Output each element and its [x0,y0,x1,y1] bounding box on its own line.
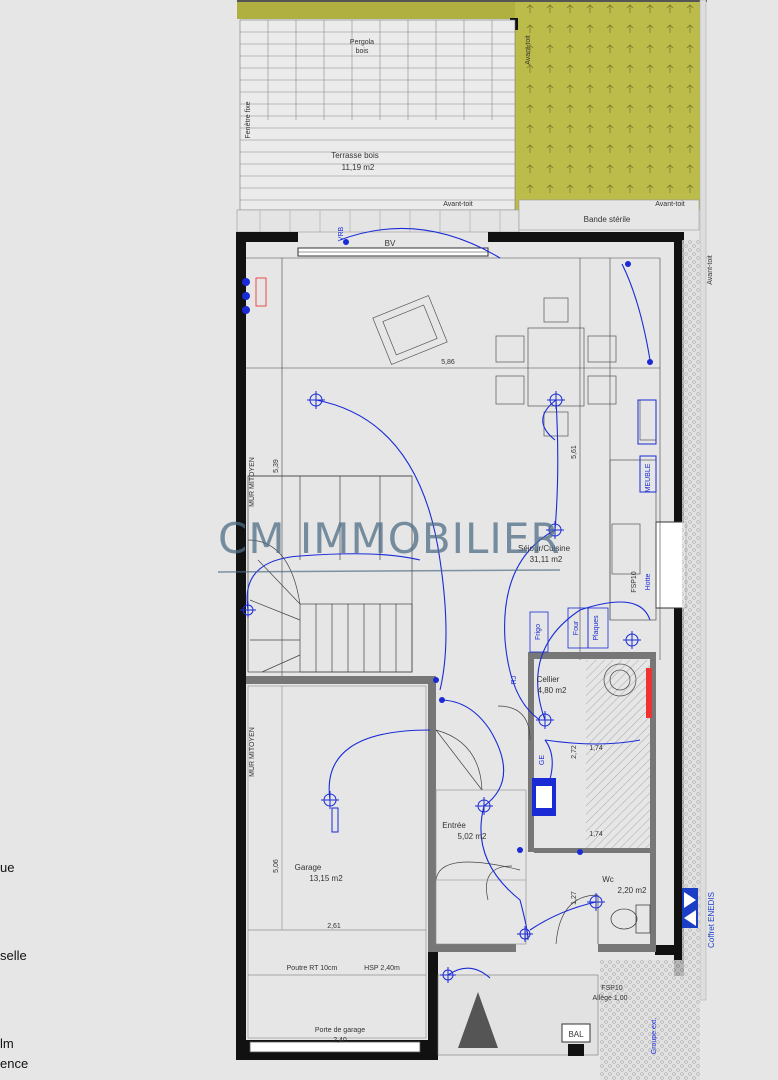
dim-cellier-h: 2,72 [571,745,578,759]
vrb-label: VRB [338,226,345,241]
fenetre-label: Fenêtre fixe [245,101,252,138]
ge-label: GE [539,755,546,765]
heater-tab [646,668,652,718]
room-cellier-name: Cellier [537,675,560,684]
dim-sejour-depth-left: 5,39 [273,459,280,473]
frigo-label: Frigo [535,624,542,640]
coffret-label: Coffret ENEDIS [707,892,716,948]
rj-label: RJ [511,676,518,685]
dim-wc-h: 1,27 [571,891,578,905]
terrace-area: 11,19 m2 [342,163,375,172]
porte-garage-width: 2,40 [333,1037,347,1044]
dim-cellier-w2: 1,74 [589,831,603,838]
avant-toit-right-top: Avant-toit [655,201,684,208]
avant-toit-left: Avant-toit [525,35,532,64]
room-garage-name: Garage [295,863,322,872]
fsp-right-label: FSP10 [631,571,638,593]
grass-strip [237,2,515,19]
dim-garage-depth: 5,06 [273,859,280,873]
avant-toit-strip [236,209,520,233]
four-label: Four [573,620,580,635]
dining-table [495,297,617,437]
room-wc-name: Wc [602,875,614,884]
room-entree-name: Entrée [442,821,466,830]
avant-toit-top: Avant-toit [443,201,472,208]
mur-mitoyen-top: MUR MITOYEN [249,457,256,507]
groupe-ext-label: Groupe ext. [651,1018,658,1055]
terrace-label: Terrasse bois [331,151,379,160]
room-entree-area: 5,02 m2 [458,832,487,841]
bv-label: BV [385,239,396,248]
poutre-label: Poutre RT 10cm [287,965,338,972]
top-border [237,0,707,2]
avant-toit-right: Avant-toit [707,255,714,284]
gravel-area [600,960,700,1080]
bande-sterile-label: Bande stérile [584,215,631,224]
allege-label: Allège 1,00 [592,995,627,1002]
room-garage-area: 13,15 m2 [309,874,343,883]
hotte-label: Hotte [645,574,652,591]
bal-label: BAL [568,1030,584,1039]
armchair [372,295,448,365]
dim-garage-width: 2,61 [327,923,341,930]
room-cellier-area: 4,80 m2 [538,686,567,695]
fsp-bottom-label: FSP10 [601,985,623,992]
plaques-label: Plaques [593,615,600,641]
dim-sejour-depth-right: 5,61 [571,445,578,459]
coffret-enedis [682,888,698,928]
dim-cellier-w1: 1,74 [589,745,603,752]
terrace-boards [239,19,516,211]
floor-plan: Pergola bois Terrasse bois 11,19 m2 Avant… [217,0,716,1080]
hsp-label: HSP 2,40m [364,965,400,972]
grass-area [515,2,700,210]
right-border [699,0,707,1001]
room-wc-area: 2,20 m2 [618,886,647,895]
staircase [247,475,413,673]
watermark: CM IMMOBILIER [218,514,561,563]
right-window [655,521,687,609]
meuble-label: MEUBLE [645,463,652,492]
exterior-walls [236,232,684,1060]
porte-garage-label: Porte de garage [315,1027,365,1034]
dim-sejour-width: 5,86 [441,359,455,366]
cellier-hatch [586,660,650,848]
toilet [610,904,651,934]
mur-mitoyen-bottom: MUR MITOYEN [249,727,256,777]
